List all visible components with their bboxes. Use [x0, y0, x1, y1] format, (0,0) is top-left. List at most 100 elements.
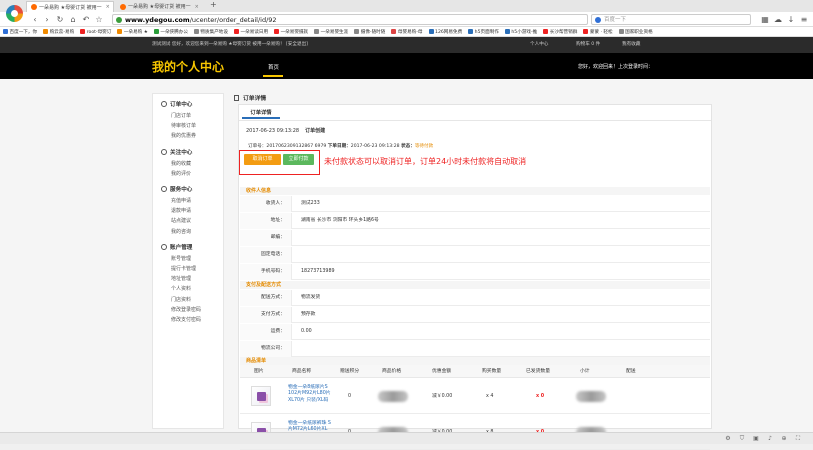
sidebar-item[interactable]: 修改登录密码 [161, 305, 223, 315]
product-shipped: x 0 [536, 394, 545, 399]
bookmark-label: root-母婴订 [86, 29, 112, 35]
shield-icon[interactable]: ⛉ [738, 435, 746, 443]
sidebar-item[interactable]: 退款申请 [161, 206, 223, 216]
sidebar-item[interactable]: 个人资料 [161, 284, 223, 294]
settings-icon[interactable]: ⚙ [724, 435, 732, 443]
sidebar-item[interactable]: 提行卡管理 [161, 264, 223, 274]
bookmark-item[interactable]: 一朵易购 ★ [117, 29, 148, 35]
section-icon [161, 148, 167, 155]
browser-tab[interactable]: 一朵易购 ★母婴订货 被用一 × [116, 1, 206, 12]
address-bar[interactable]: www.ydegou.com/ucenter/order_detail/id/9… [112, 14, 588, 25]
bookmark-icon [80, 29, 86, 34]
column-header: 赠送积分 [340, 369, 360, 374]
pay-now-button[interactable]: 立即付款 [283, 154, 314, 165]
sidebar-item[interactable]: 我的收藏 [161, 159, 223, 169]
site-top-left-text: 测试测试 您好，欢迎您来到一朵易购 ★母婴订货 被用一朵易购！ [安全退出] [152, 42, 308, 47]
undo-icon[interactable]: ↶ [81, 14, 91, 25]
bookmark-label: 摄像-随时随 [360, 29, 386, 35]
product-name-link[interactable]: 物金一朵8纸尿片S 102片M92片L80片XL70片 只装/XL码 [288, 385, 334, 404]
bookmark-item[interactable]: h5小游戏-推 [504, 29, 537, 35]
sidebar-item[interactable]: 待审核订单 [161, 121, 223, 131]
tab-title: 一朵易购 ★母婴订货 被用一 [39, 4, 102, 11]
bookmark-item[interactable]: 蒙蒙 · 轻松 [583, 29, 613, 35]
bookmark-label: 国家职业资格 [625, 29, 653, 35]
bookmark-item[interactable]: 一朵易读日用 [234, 29, 268, 35]
user-sidebar: 订单中心 门店订单 待审核订单 我的优惠券 关注中心 我的收藏 我的评价 服务中心 充值申请 退款… [152, 93, 224, 429]
browser-logo-icon[interactable] [6, 5, 23, 22]
grid-icon[interactable]: ▦ [760, 14, 770, 25]
cart-link[interactable]: 购物车 0 件 [576, 41, 600, 47]
star-icon[interactable]: ☆ [94, 14, 104, 25]
bookmark-item[interactable]: 购云蕊-易购 [43, 29, 74, 35]
column-header: 已发货数量 [526, 369, 550, 374]
close-tab-icon[interactable]: × [106, 4, 110, 10]
forward-icon[interactable]: › [42, 14, 52, 25]
created-time: 2017-06-23 09:13:28 [246, 128, 300, 134]
sidebar-item[interactable]: 站点建议 [161, 216, 223, 226]
order-meta-line: 订单号：2017062309132867 6979 下单日期：2017-06-2… [248, 143, 433, 149]
bookmark-icon [117, 29, 123, 34]
bookmark-label: 长沙帮营销群 [549, 29, 578, 35]
personal-center-link[interactable]: 个人中心 [530, 41, 548, 47]
page-title: 我的个人中心 [152, 60, 225, 74]
sidebar-item[interactable]: 门店资料 [161, 295, 223, 305]
blurred-price [378, 391, 408, 402]
sidebar-item[interactable]: 我的优惠券 [161, 131, 223, 141]
sidebar-group-title: 服务中心 [161, 185, 223, 193]
bookmark-item[interactable]: 一朵易婴生涯 [314, 29, 348, 35]
bookmark-item[interactable]: 摄像-随时随 [354, 29, 385, 35]
favorites-link[interactable]: 我有收藏 [622, 41, 640, 47]
new-tab-icon[interactable]: + [210, 0, 217, 9]
menu-icon[interactable]: ≡ [799, 14, 809, 25]
order-no: 2017062309132867 6979 [266, 144, 327, 149]
bookmark-icon [391, 29, 397, 34]
bookmark-icon [618, 29, 624, 34]
sidebar-item[interactable]: 充值申请 [161, 196, 223, 206]
field-label: 物流公司： [240, 341, 292, 357]
bookmark-icon [543, 29, 549, 34]
bookmark-item[interactable]: 一朵易婴摄就 [274, 29, 308, 35]
search-placeholder: 百度一下 [604, 17, 627, 23]
bookmark-item[interactable]: 母婴易购-母 [391, 29, 423, 35]
sidebar-item[interactable]: 修改支付密码 [161, 315, 223, 325]
secure-site-icon [116, 17, 122, 23]
field-label: 运费： [240, 324, 292, 340]
tab-order-detail[interactable]: 订单详情 [242, 108, 280, 119]
bookmark-item[interactable]: 126网易免费 [428, 29, 462, 35]
cancel-order-button[interactable]: 取消订单 [244, 154, 281, 165]
bookmark-item[interactable]: 物质集产地设 [193, 29, 228, 35]
bookmark-item[interactable]: 国家职业资格 [618, 29, 653, 35]
sidebar-item[interactable]: 门店订单 [161, 111, 223, 121]
annotation-text: 未付款状态可以取消订单，订单24小时未付款将自动取消 [324, 157, 527, 166]
site-header: 我的个人中心 首页 您好，欢迎回来！上次登录时间： [0, 53, 813, 79]
download-icon[interactable]: ↓ [786, 14, 796, 25]
bookmark-icon [234, 29, 239, 34]
bookmark-item[interactable]: 长沙帮营销群 [543, 29, 577, 35]
close-tab-icon[interactable]: × [195, 4, 199, 10]
site-favicon-icon [31, 4, 37, 10]
bookmark-item[interactable]: 一朵侠腾办公 [153, 29, 188, 35]
browser-tab[interactable]: 一朵易购 ★母婴订货 被用一 × [26, 1, 114, 12]
receiver-section-title: 收件人信息 [240, 187, 710, 195]
field-value: 测试233 [301, 201, 320, 206]
sidebar-item[interactable]: 我的咨询 [161, 227, 223, 237]
reload-icon[interactable]: ↻ [55, 14, 65, 25]
sidebar-item[interactable]: 账号管理 [161, 254, 223, 264]
zoom-icon[interactable]: ⊕ [780, 435, 788, 443]
sidebar-item[interactable]: 我的评价 [161, 169, 223, 179]
sidebar-item[interactable]: 地址管理 [161, 274, 223, 284]
bookmark-item[interactable]: root-母婴订 [80, 29, 111, 35]
screenshot-icon[interactable]: ▣ [752, 435, 760, 443]
field-label: 固定电话： [240, 247, 292, 263]
fullscreen-icon[interactable]: ⛶ [794, 435, 802, 443]
sound-icon[interactable]: ♪ [766, 435, 774, 443]
cloud-icon[interactable]: ☁ [773, 14, 783, 25]
bookmark-item[interactable]: h5页面制作 [468, 29, 499, 35]
product-image[interactable] [251, 386, 271, 406]
home-icon[interactable]: ⌂ [68, 14, 78, 25]
bookmark-icon [504, 29, 510, 34]
back-icon[interactable]: ‹ [30, 14, 40, 25]
search-box[interactable]: 百度一下 [591, 14, 751, 25]
bookmark-item[interactable]: 百度一下，你 [3, 29, 37, 35]
nav-home-link[interactable]: 首页 [268, 63, 279, 71]
